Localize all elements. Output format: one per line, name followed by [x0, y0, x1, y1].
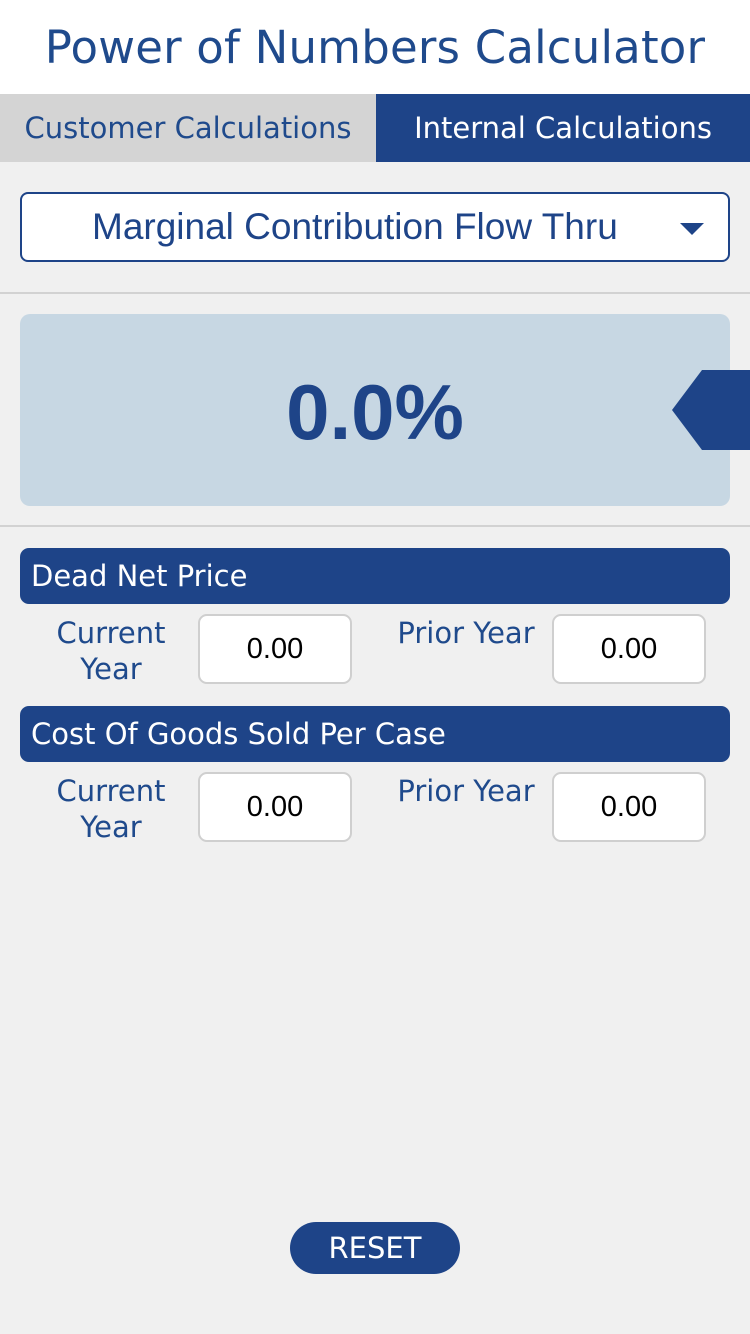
calculation-type-select[interactable]: Marginal Contribution Flow Thru [20, 192, 730, 262]
current-year-label: Current Year [56, 774, 166, 844]
cogs-current-year-input[interactable]: 0.00 [198, 772, 352, 842]
dead-net-price-current-year-input[interactable]: 0.00 [198, 614, 352, 684]
dropdown-caret-icon [680, 223, 704, 235]
result-value: 0.0% [286, 368, 464, 456]
tab-internal-calculations[interactable]: Internal Calculations [376, 94, 750, 162]
app-header: Power of Numbers Calculator [0, 0, 750, 94]
reset-button[interactable]: RESET [290, 1222, 460, 1274]
prior-year-label: Prior Year [397, 616, 535, 650]
tab-customer-calculations[interactable]: Customer Calculations [0, 94, 376, 162]
tab-bar: Customer Calculations Internal Calculati… [0, 94, 750, 162]
divider [0, 292, 750, 294]
side-drawer-tab-icon[interactable] [672, 370, 750, 450]
prior-year-label: Prior Year [397, 774, 535, 808]
current-year-label: Current Year [56, 616, 166, 686]
section-header-cogs-per-case: Cost Of Goods Sold Per Case [20, 706, 730, 762]
section-header-dead-net-price: Dead Net Price [20, 548, 730, 604]
result-panel: 0.0% [20, 314, 730, 506]
calculation-type-value: Marginal Contribution Flow Thru [92, 206, 618, 247]
divider [0, 525, 750, 527]
dead-net-price-prior-year-input[interactable]: 0.00 [552, 614, 706, 684]
cogs-prior-year-input[interactable]: 0.00 [552, 772, 706, 842]
app-title: Power of Numbers Calculator [44, 21, 706, 74]
